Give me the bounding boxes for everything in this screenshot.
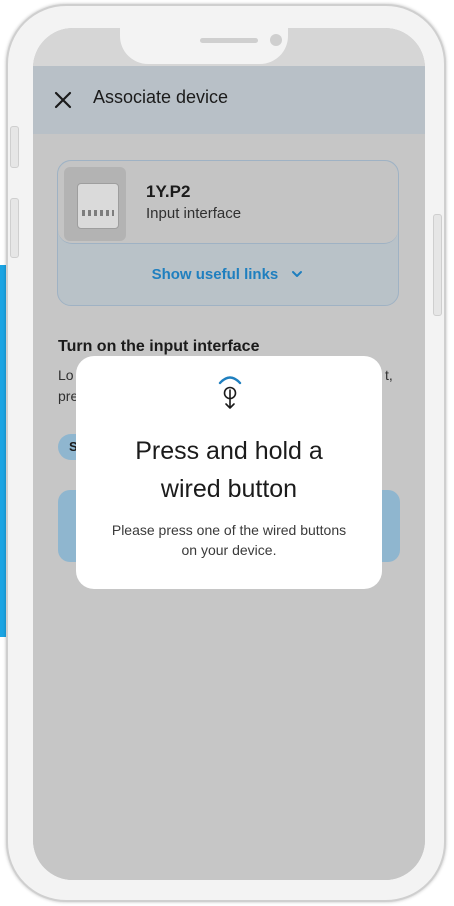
page-title: Associate device (93, 87, 229, 107)
touch-press-icon (218, 376, 242, 409)
speaker-grille (200, 38, 258, 43)
side-button-mute (10, 126, 19, 168)
main-content: 1Y.P2 Input interface Show useful links … (33, 134, 425, 880)
instruction-text-line1-end: t, (385, 367, 393, 383)
device-summary: 1Y.P2 Input interface (58, 161, 398, 244)
dialog-title-line1: Press and hold a (135, 437, 323, 465)
side-button-volume (10, 198, 19, 258)
chevron-down-icon (292, 271, 303, 278)
dialog-title-line2: wired button (160, 475, 298, 503)
close-icon[interactable] (51, 88, 75, 112)
dialog-message: Please press one of the wired buttons on… (98, 520, 360, 560)
device-illustration (77, 183, 119, 229)
app-header: Associate device (33, 66, 425, 134)
dialog-title: Press and hold a wired button (76, 432, 382, 508)
dialog-message-line2: on your device. (181, 542, 277, 558)
dialog-message-line1: Please press one of the wired buttons (111, 522, 347, 538)
side-button-power (433, 214, 442, 316)
phone-screen: Associate device 1Y.P2 Input interface S… (33, 28, 425, 880)
show-useful-links-button[interactable]: Show useful links (58, 265, 398, 283)
device-type: Input interface (146, 205, 242, 222)
device-name: 1Y.P2 (146, 182, 191, 201)
phone-notch (120, 28, 288, 64)
device-image (64, 167, 126, 241)
section-title: Turn on the input interface (58, 338, 260, 355)
show-useful-links-label: Show useful links (151, 265, 279, 283)
device-card: 1Y.P2 Input interface Show useful links (57, 160, 399, 306)
front-camera (270, 34, 282, 46)
instruction-text-line1-start: Lo (58, 367, 74, 383)
press-button-dialog: Press and hold a wired button Please pre… (76, 356, 382, 589)
